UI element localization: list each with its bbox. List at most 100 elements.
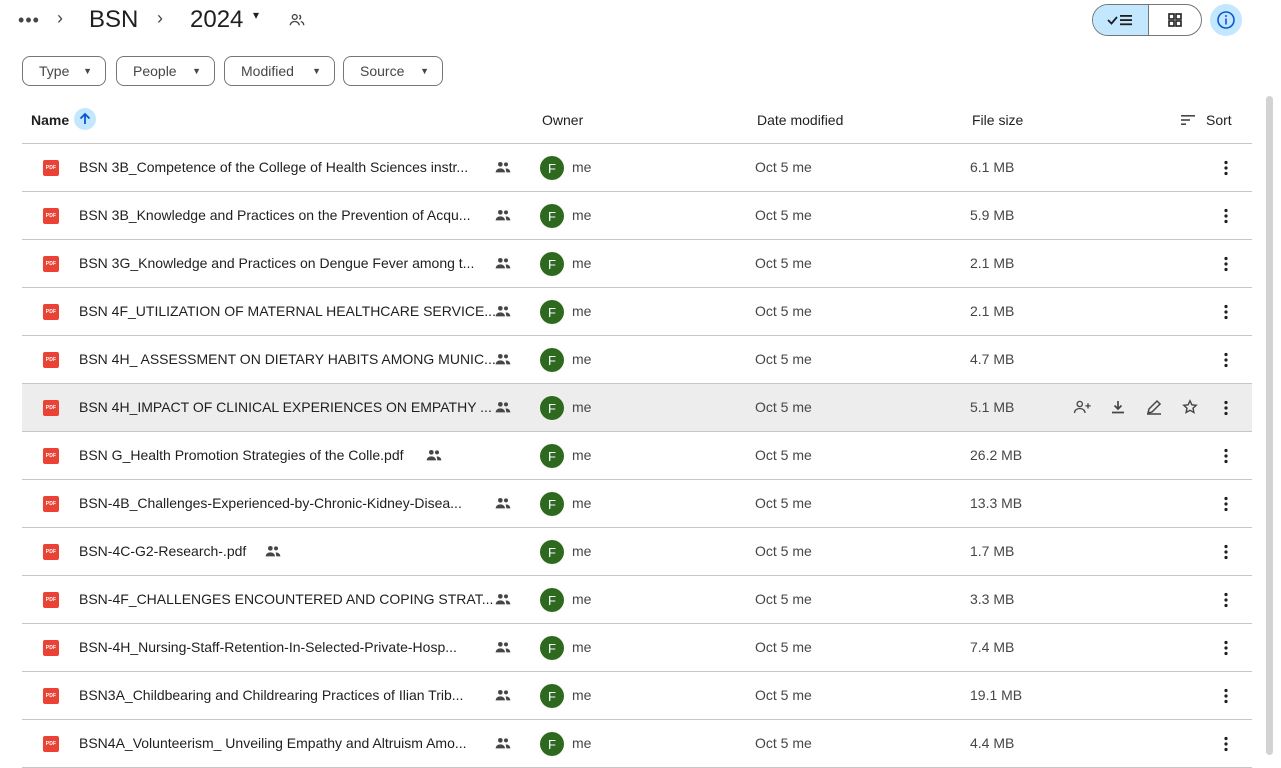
file-size-column-header[interactable]: File size	[972, 112, 1023, 129]
file-name[interactable]: BSN 4H_IMPACT OF CLINICAL EXPERIENCES ON…	[79, 399, 492, 416]
dropdown-arrow-icon: ▼	[83, 66, 92, 76]
chevron-right-icon: ›	[57, 8, 63, 28]
file-name[interactable]: BSN 4F_UTILIZATION OF MATERNAL HEALTHCAR…	[79, 303, 496, 320]
info-button[interactable]	[1210, 4, 1242, 36]
grid-view-button[interactable]	[1149, 5, 1201, 35]
more-vert-icon	[1224, 544, 1228, 560]
file-size: 5.9 MB	[970, 207, 1015, 223]
list-view-icon	[1106, 15, 1132, 26]
shared-icon	[495, 352, 511, 366]
file-name[interactable]: BSN4A_Volunteerism_ Unveiling Empathy an…	[79, 735, 467, 752]
file-row[interactable]: PDF BSN G_Health Promotion Strategies of …	[22, 432, 1252, 480]
download-button[interactable]	[1108, 397, 1128, 417]
pdf-icon: PDF	[43, 736, 59, 752]
filter-type-chip[interactable]: Type ▼	[22, 56, 106, 86]
filter-people-chip[interactable]: People ▼	[116, 56, 215, 86]
file-row[interactable]: PDF BSN-4C-G2-Research-.pdf Fme Oct 5 me 1.7…	[22, 528, 1252, 576]
owner-column-header[interactable]: Owner	[542, 112, 583, 129]
file-name[interactable]: BSN 4H_ ASSESSMENT ON DIETARY HABITS AMO…	[79, 351, 496, 368]
file-row[interactable]: PDF BSN-4H_Nursing-Staff-Retention-In-Sel…	[22, 624, 1252, 672]
file-row[interactable]: PDF BSN-4B_Challenges-Experienced-by-Chro…	[22, 480, 1252, 528]
share-button[interactable]	[1072, 397, 1092, 417]
more-vert-icon	[1224, 448, 1228, 464]
file-size: 2.1 MB	[970, 255, 1015, 271]
scrollbar[interactable]	[1266, 96, 1273, 755]
shared-icon	[495, 400, 511, 414]
more-vert-icon	[1224, 592, 1228, 608]
file-row[interactable]: PDF BSN 3G_Knowledge and Practices on Den…	[22, 240, 1252, 288]
file-list-header: Name Owner Date modified File size Sort	[22, 98, 1252, 144]
sort-direction-button[interactable]	[74, 108, 96, 130]
star-button[interactable]	[1180, 397, 1200, 417]
people-icon[interactable]	[287, 11, 307, 29]
file-row[interactable]: PDF BSN 3B_Competence of the College of H…	[22, 144, 1252, 192]
file-name[interactable]: BSN3A_Childbearing and Childrearing Prac…	[79, 687, 463, 704]
date-modified-column-header[interactable]: Date modified	[757, 112, 843, 129]
file-name[interactable]: BSN-4C-G2-Research-.pdf	[79, 543, 246, 560]
pdf-icon: PDF	[43, 160, 59, 176]
file-name[interactable]: BSN-4F_CHALLENGES ENCOUNTERED AND COPING…	[79, 591, 493, 608]
pdf-icon: PDF	[43, 640, 59, 656]
file-row[interactable]: PDF BSN3A_Childbearing and Childrearing P…	[22, 672, 1252, 720]
owner-name: me	[572, 255, 592, 271]
name-column-header[interactable]: Name	[31, 112, 69, 129]
owner-name: me	[572, 207, 592, 223]
breadcrumb-parent[interactable]: BSN	[89, 5, 138, 35]
more-actions-button[interactable]	[1216, 636, 1236, 660]
date-modified: Oct 5 me	[755, 255, 812, 271]
chevron-down-icon[interactable]: ▾	[253, 8, 259, 22]
owner-avatar: F	[540, 396, 564, 420]
shared-icon	[265, 544, 281, 558]
owner-name: me	[572, 591, 592, 607]
owner-name: me	[572, 159, 592, 175]
file-row[interactable]: PDF BSN-4F_CHALLENGES ENCOUNTERED AND COP…	[22, 576, 1252, 624]
file-name[interactable]: BSN-4H_Nursing-Staff-Retention-In-Select…	[79, 639, 457, 656]
date-modified: Oct 5 me	[755, 303, 812, 319]
more-actions-button[interactable]	[1216, 156, 1236, 180]
pdf-icon: PDF	[43, 688, 59, 704]
file-name[interactable]: BSN 3B_Competence of the College of Heal…	[79, 159, 468, 176]
more-actions-button[interactable]	[1216, 588, 1236, 612]
file-size: 26.2 MB	[970, 447, 1023, 463]
more-vert-icon	[1224, 256, 1228, 272]
list-view-button[interactable]	[1093, 5, 1149, 35]
date-modified: Oct 5 me	[755, 735, 812, 751]
file-name[interactable]: BSN-4B_Challenges-Experienced-by-Chronic…	[79, 495, 462, 512]
file-row[interactable]: PDF BSN 4F_UTILIZATION OF MATERNAL HEALTH…	[22, 288, 1252, 336]
file-row[interactable]: PDF BSN4A_Volunteerism_ Unveiling Empathy…	[22, 720, 1252, 768]
owner-name: me	[572, 303, 592, 319]
breadcrumb-current[interactable]: 2024	[190, 5, 243, 35]
more-vert-icon	[1224, 304, 1228, 320]
more-actions-button[interactable]	[1216, 492, 1236, 516]
view-toggle	[1092, 4, 1202, 36]
file-row[interactable]: PDF BSN 3B_Knowledge and Practices on the…	[22, 192, 1252, 240]
more-actions-button[interactable]	[1216, 252, 1236, 276]
more-actions-button[interactable]	[1216, 684, 1236, 708]
more-actions-button[interactable]	[1216, 396, 1236, 420]
file-row[interactable]: PDF BSN 4H_ ASSESSMENT ON DIETARY HABITS …	[22, 336, 1252, 384]
dropdown-arrow-icon: ▼	[192, 66, 201, 76]
filter-label: Source	[360, 63, 405, 79]
file-name[interactable]: BSN G_Health Promotion Strategies of the…	[79, 447, 404, 464]
more-breadcrumb-button[interactable]: •••	[17, 6, 41, 34]
more-actions-button[interactable]	[1216, 732, 1236, 756]
sort-button[interactable]: Sort	[1206, 112, 1232, 129]
filter-modified-chip[interactable]: Modified ▼	[224, 56, 335, 86]
more-actions-button[interactable]	[1216, 540, 1236, 564]
filter-label: People	[133, 63, 177, 79]
file-row[interactable]: PDF BSN 4H_IMPACT OF CLINICAL EXPERIENCES…	[22, 384, 1252, 432]
more-actions-button[interactable]	[1216, 300, 1236, 324]
date-modified: Oct 5 me	[755, 591, 812, 607]
owner-avatar: F	[540, 636, 564, 660]
filter-label: Type	[39, 63, 70, 79]
filter-source-chip[interactable]: Source ▼	[343, 56, 443, 86]
more-actions-button[interactable]	[1216, 444, 1236, 468]
rename-button[interactable]	[1144, 397, 1164, 417]
file-size: 1.7 MB	[970, 543, 1015, 559]
owner-avatar: F	[540, 204, 564, 228]
more-vert-icon	[1224, 208, 1228, 224]
more-actions-button[interactable]	[1216, 348, 1236, 372]
more-actions-button[interactable]	[1216, 204, 1236, 228]
file-name[interactable]: BSN 3G_Knowledge and Practices on Dengue…	[79, 255, 474, 272]
file-name[interactable]: BSN 3B_Knowledge and Practices on the Pr…	[79, 207, 470, 224]
